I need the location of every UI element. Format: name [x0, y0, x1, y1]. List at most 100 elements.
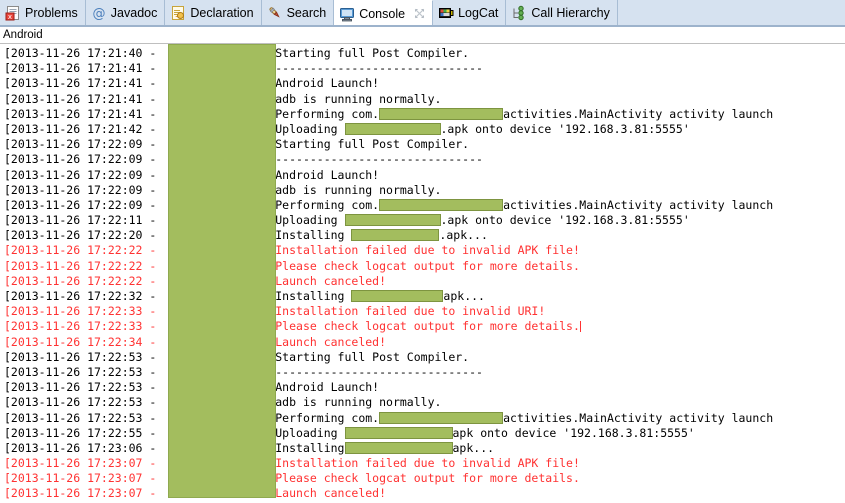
inline-redaction-block	[344, 214, 441, 227]
javadoc-icon: @	[91, 5, 107, 22]
log-message-text: Installation failed due to invalid URI!	[275, 304, 546, 319]
log-message-text: activities.MainActivity activity launch	[503, 410, 774, 425]
tab-label: Declaration	[190, 6, 254, 20]
svg-text:x: x	[8, 13, 12, 21]
console-log-line: [2013-11-26 17:21:42 - Uploading .apk on…	[0, 122, 845, 137]
log-message-text: ------------------------------	[275, 364, 483, 379]
log-message-text: Installing	[275, 440, 345, 455]
log-message-text: Please check logcat output for more deta…	[275, 258, 580, 273]
console-log-line: [2013-11-26 17:22:22 - Please check logc…	[0, 259, 845, 274]
console-log-line: [2013-11-26 17:21:41 - adb is running no…	[0, 92, 845, 107]
console-log-line: [2013-11-26 17:22:34 - Launch canceled!	[0, 335, 845, 350]
inline-redaction-block	[379, 411, 504, 424]
console-log-line: [2013-11-26 17:22:53 - -----------------…	[0, 365, 845, 380]
console-icon	[339, 6, 355, 22]
eclipse-console-view: x Problems @ Javadoc Declaration Search Consol…	[0, 0, 845, 503]
console-log-line: [2013-11-26 17:22:53 - Starting full Pos…	[0, 350, 845, 365]
console-log-line: [2013-11-26 17:22:53 - Performing com. ac…	[0, 411, 845, 426]
log-message-text: adb is running normally.	[275, 91, 442, 106]
console-log-line: [2013-11-26 17:22:32 - Installing apk...	[0, 289, 845, 304]
log-timestamp: [2013-11-26 17:22:20 -	[4, 228, 164, 243]
log-timestamp: [2013-11-26 17:22:55 -	[4, 425, 164, 440]
log-message-text: Android Launch!	[275, 167, 380, 182]
log-timestamp: [2013-11-26 17:22:22 -	[4, 273, 164, 288]
log-message-text: activities.MainActivity activity launch	[503, 106, 774, 121]
log-message-text: adb is running normally.	[275, 395, 442, 410]
log-message-text: ------------------------------	[275, 152, 483, 167]
log-timestamp: [2013-11-26 17:22:11 -	[4, 213, 164, 228]
log-message-text: Installing	[275, 228, 352, 243]
inline-redaction-block	[351, 290, 444, 302]
view-tab-bar: x Problems @ Javadoc Declaration Search Consol…	[0, 0, 845, 27]
console-log-line: [2013-11-26 17:22:53 - adb is running no…	[0, 395, 845, 410]
log-timestamp: [2013-11-26 17:22:09 -	[4, 152, 164, 167]
log-message-text: Uploading	[275, 121, 345, 136]
log-timestamp: [2013-11-26 17:22:53 -	[4, 410, 164, 425]
tab-declaration[interactable]: Declaration	[165, 0, 262, 26]
console-log-line: [2013-11-26 17:23:07 - Installation fail…	[0, 456, 845, 471]
tab-search[interactable]: Search	[261, 0, 335, 26]
log-timestamp: [2013-11-26 17:22:09 -	[4, 137, 164, 152]
log-message-text: Performing com.	[275, 106, 380, 121]
logcat-icon	[438, 5, 454, 21]
text-caret	[579, 321, 581, 333]
log-timestamp: [2013-11-26 17:21:40 -	[4, 46, 164, 60]
console-log-line: [2013-11-26 17:22:33 - Installation fail…	[0, 304, 845, 319]
tab-label: Console	[359, 6, 406, 21]
log-message-text: Launch canceled!	[275, 273, 387, 288]
tab-logcat[interactable]: LogCat	[433, 0, 507, 26]
inline-redaction-block	[351, 229, 440, 242]
tab-label: Javadoc	[110, 6, 158, 20]
log-timestamp: [2013-11-26 17:23:07 -	[4, 486, 164, 501]
log-message-text: .apk...	[439, 228, 488, 243]
console-output-area[interactable]: [2013-11-26 17:21:40 - Starting full Pos…	[0, 44, 845, 503]
tab-bar-underline	[0, 25, 845, 26]
log-message-text: apk onto device '192.168.3.81:5555'	[452, 425, 695, 440]
console-log-line: [2013-11-26 17:21:41 - Android Launch!	[0, 76, 845, 91]
log-message-text: Installation failed due to invalid APK f…	[275, 456, 580, 471]
log-timestamp: [2013-11-26 17:22:09 -	[4, 167, 164, 182]
tab-bar-empty-space	[617, 0, 845, 26]
log-message-text: Launch canceled!	[275, 334, 387, 349]
close-tab-icon[interactable]	[414, 8, 425, 19]
log-message-text: Starting full Post Compiler.	[275, 46, 470, 60]
source-column-redaction-block	[168, 44, 276, 498]
log-message-text: apk...	[443, 289, 485, 303]
console-log-line: [2013-11-26 17:21:41 - -----------------…	[0, 61, 845, 76]
log-message-text: Android Launch!	[275, 76, 380, 91]
console-log-line: [2013-11-26 17:22:22 - Launch canceled!	[0, 274, 845, 289]
inline-redaction-block	[344, 122, 441, 135]
log-timestamp: [2013-11-26 17:21:41 -	[4, 91, 164, 106]
console-log-line: [2013-11-26 17:22:22 - Installation fail…	[0, 243, 845, 258]
log-timestamp: [2013-11-26 17:22:53 -	[4, 395, 164, 410]
log-message-text: apk...	[452, 440, 495, 455]
console-log-line: [2013-11-26 17:22:20 - Installing .apk..…	[0, 228, 845, 243]
log-message-text: adb is running normally.	[275, 182, 442, 197]
tab-javadoc[interactable]: @ Javadoc	[85, 0, 166, 26]
console-source-label: Android	[0, 27, 845, 44]
log-timestamp: [2013-11-26 17:21:41 -	[4, 61, 164, 76]
log-timestamp: [2013-11-26 17:23:07 -	[4, 456, 164, 471]
tab-label: Call Hierarchy	[531, 6, 610, 20]
log-message-text: Starting full Post Compiler.	[275, 349, 470, 364]
console-log-line: [2013-11-26 17:22:09 - Android Launch!	[0, 168, 845, 183]
log-timestamp: [2013-11-26 17:22:09 -	[4, 182, 164, 197]
tab-problems[interactable]: x Problems	[0, 0, 86, 26]
log-message-text: .apk onto device '192.168.3.81:5555'	[440, 213, 690, 228]
problems-icon: x	[5, 5, 21, 21]
console-log-line: [2013-11-26 17:23:06 - Installing apk...	[0, 441, 845, 456]
tab-label: LogCat	[458, 6, 499, 20]
log-timestamp: [2013-11-26 17:22:09 -	[4, 197, 164, 212]
tab-console[interactable]: Console	[334, 0, 434, 26]
console-log-line: [2013-11-26 17:22:09 - adb is running no…	[0, 183, 845, 198]
log-timestamp: [2013-11-26 17:21:41 -	[4, 106, 164, 121]
tab-call-hierarchy[interactable]: Call Hierarchy	[506, 0, 618, 26]
console-log-line: [2013-11-26 17:23:07 - Please check logc…	[0, 471, 845, 486]
tab-label: Search	[286, 6, 327, 20]
inline-redaction-block	[379, 198, 504, 211]
console-log-line: [2013-11-26 17:22:09 - -----------------…	[0, 152, 845, 167]
log-message-text: .apk onto device '192.168.3.81:5555'	[440, 121, 690, 136]
console-log-line: [2013-11-26 17:22:11 - Uploading .apk on…	[0, 213, 845, 228]
console-log-line: [2013-11-26 17:22:09 - Performing com. ac…	[0, 198, 845, 213]
tab-label: Problems	[25, 6, 78, 20]
